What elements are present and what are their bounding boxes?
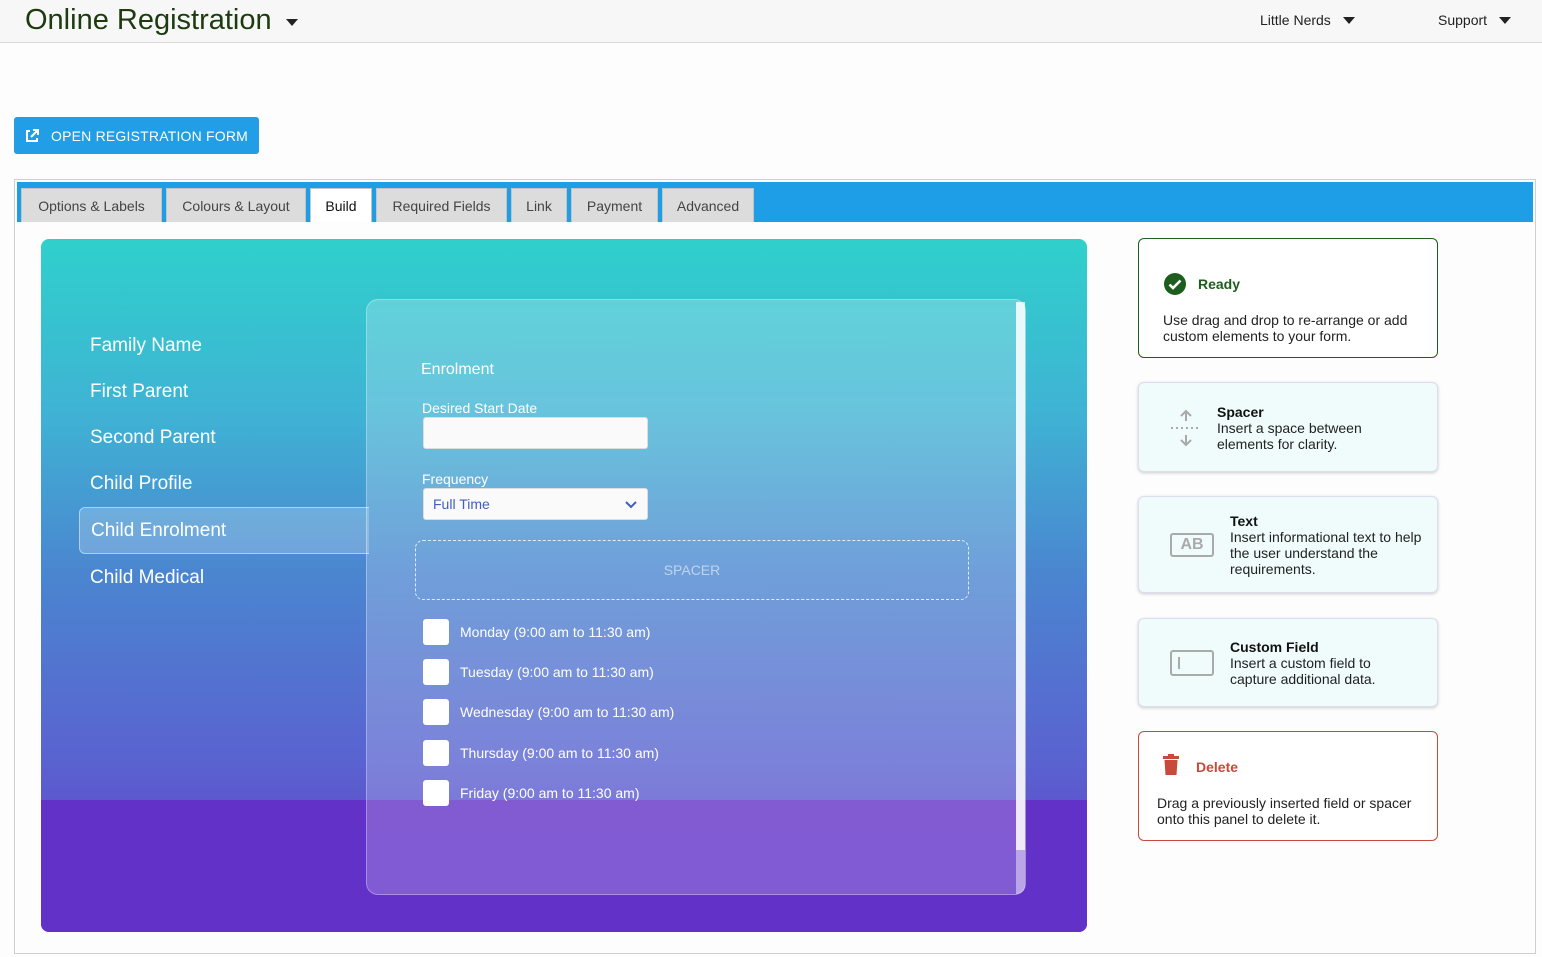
start-date-label: Desired Start Date <box>422 400 538 416</box>
nav-item-child-profile[interactable]: Child Profile <box>90 473 192 495</box>
spacer-tool[interactable]: Spacer Insert a space between elements f… <box>1138 382 1438 472</box>
custom-field-tool-description: Insert a custom field to capture additio… <box>1230 655 1376 687</box>
frequency-select[interactable]: Full Time <box>423 488 648 520</box>
ready-status-card: Ready Use drag and drop to re-arrange or… <box>1138 238 1438 358</box>
support-menu-label: Support <box>1438 12 1488 28</box>
caret-down-icon <box>285 19 298 26</box>
day-checkbox-row[interactable]: Friday (9:00 am to 11:30 am) <box>423 780 639 806</box>
day-checkbox[interactable] <box>423 780 449 806</box>
nav-item-first-parent[interactable]: First Parent <box>90 381 188 403</box>
day-checkbox[interactable] <box>423 659 449 685</box>
check-circle-icon <box>1164 273 1186 295</box>
account-menu[interactable]: Little Nerds <box>1260 12 1355 28</box>
form-preview: Family Name First Parent Second Parent C… <box>41 239 1087 932</box>
text-tool-title: Text <box>1230 513 1258 529</box>
text-ab-icon-label: AB <box>1180 536 1204 553</box>
tab-advanced[interactable]: Advanced <box>662 188 754 222</box>
account-menu-label: Little Nerds <box>1260 12 1331 28</box>
scrollbar-thumb[interactable] <box>1016 302 1025 850</box>
day-checkbox[interactable] <box>423 699 449 725</box>
trash-icon <box>1163 754 1179 775</box>
frequency-label: Frequency <box>422 471 489 487</box>
ready-title: Ready <box>1198 276 1241 292</box>
tab-options-labels[interactable]: Options & Labels <box>21 188 162 222</box>
day-checkbox-row[interactable]: Thursday (9:00 am to 11:30 am) <box>423 740 659 766</box>
nav-item-child-enrolment[interactable]: Child Enrolment <box>91 520 226 542</box>
text-tool[interactable]: AB Text Insert informational text to hel… <box>1138 496 1438 593</box>
nav-item-child-medical[interactable]: Child Medical <box>90 567 204 589</box>
day-checkbox-row[interactable]: Wednesday (9:00 am to 11:30 am) <box>423 699 674 725</box>
delete-drop-zone[interactable]: Delete Drag a previously inserted field … <box>1138 731 1438 841</box>
external-link-icon <box>26 128 39 142</box>
day-checkbox[interactable] <box>423 619 449 645</box>
nav-item-second-parent[interactable]: Second Parent <box>90 427 216 449</box>
text-ab-icon: AB <box>1170 533 1214 557</box>
day-checkbox-label: Tuesday (9:00 am to 11:30 am) <box>460 664 654 680</box>
app-title-menu[interactable]: Online Registration <box>25 4 298 37</box>
frequency-select-value: Full Time <box>433 496 490 512</box>
day-checkbox[interactable] <box>423 740 449 766</box>
text-tool-description: Insert informational text to help the us… <box>1230 529 1422 577</box>
day-checkbox-label: Thursday (9:00 am to 11:30 am) <box>460 745 659 761</box>
day-checkbox-row[interactable]: Monday (9:00 am to 11:30 am) <box>423 619 650 645</box>
section-title: Enrolment <box>421 361 494 378</box>
open-registration-form-button[interactable]: OPEN REGISTRATION FORM <box>14 117 259 154</box>
day-checkbox-row[interactable]: Tuesday (9:00 am to 11:30 am) <box>423 659 654 685</box>
caret-down-icon <box>1499 16 1512 24</box>
day-checkbox-label: Monday (9:00 am to 11:30 am) <box>460 624 651 640</box>
delete-description: Drag a previously inserted field or spac… <box>1157 795 1412 827</box>
tab-build[interactable]: Build <box>310 188 372 222</box>
nav-item-family-name[interactable]: Family Name <box>90 335 202 357</box>
caret-down-icon <box>1342 16 1355 24</box>
custom-field-tool-title: Custom Field <box>1230 639 1319 655</box>
spacer-tool-title: Spacer <box>1217 404 1264 420</box>
support-menu[interactable]: Support <box>1438 12 1512 28</box>
tab-required-fields[interactable]: Required Fields <box>376 188 507 222</box>
enrolment-form-card: Enrolment Desired Start Date Frequency F… <box>366 299 1026 895</box>
app-title: Online Registration <box>25 4 272 36</box>
delete-title: Delete <box>1196 759 1239 775</box>
spacer-element[interactable]: SPACER <box>415 540 969 600</box>
spacer-arrows-icon <box>1171 409 1201 447</box>
tab-payment[interactable]: Payment <box>571 188 658 222</box>
tab-bar: Options & Labels Colours & Layout Build … <box>17 182 1533 222</box>
chevron-down-icon <box>625 501 637 509</box>
input-field-icon <box>1170 650 1214 676</box>
ready-description: Use drag and drop to re-arrange or add c… <box>1163 312 1408 344</box>
open-registration-form-label: OPEN REGISTRATION FORM <box>51 127 249 144</box>
day-checkbox-label: Friday (9:00 am to 11:30 am) <box>460 785 640 801</box>
day-checkbox-label: Wednesday (9:00 am to 11:30 am) <box>460 704 675 720</box>
custom-field-tool[interactable]: Custom Field Insert a custom field to ca… <box>1138 618 1438 707</box>
scrollbar[interactable] <box>1016 302 1025 894</box>
start-date-input[interactable] <box>423 417 648 449</box>
spacer-tool-description: Insert a space between elements for clar… <box>1217 420 1362 452</box>
tab-colours-layout[interactable]: Colours & Layout <box>166 188 306 222</box>
top-bar: Online Registration Little Nerds Support <box>0 0 1542 43</box>
tab-link[interactable]: Link <box>511 188 567 222</box>
